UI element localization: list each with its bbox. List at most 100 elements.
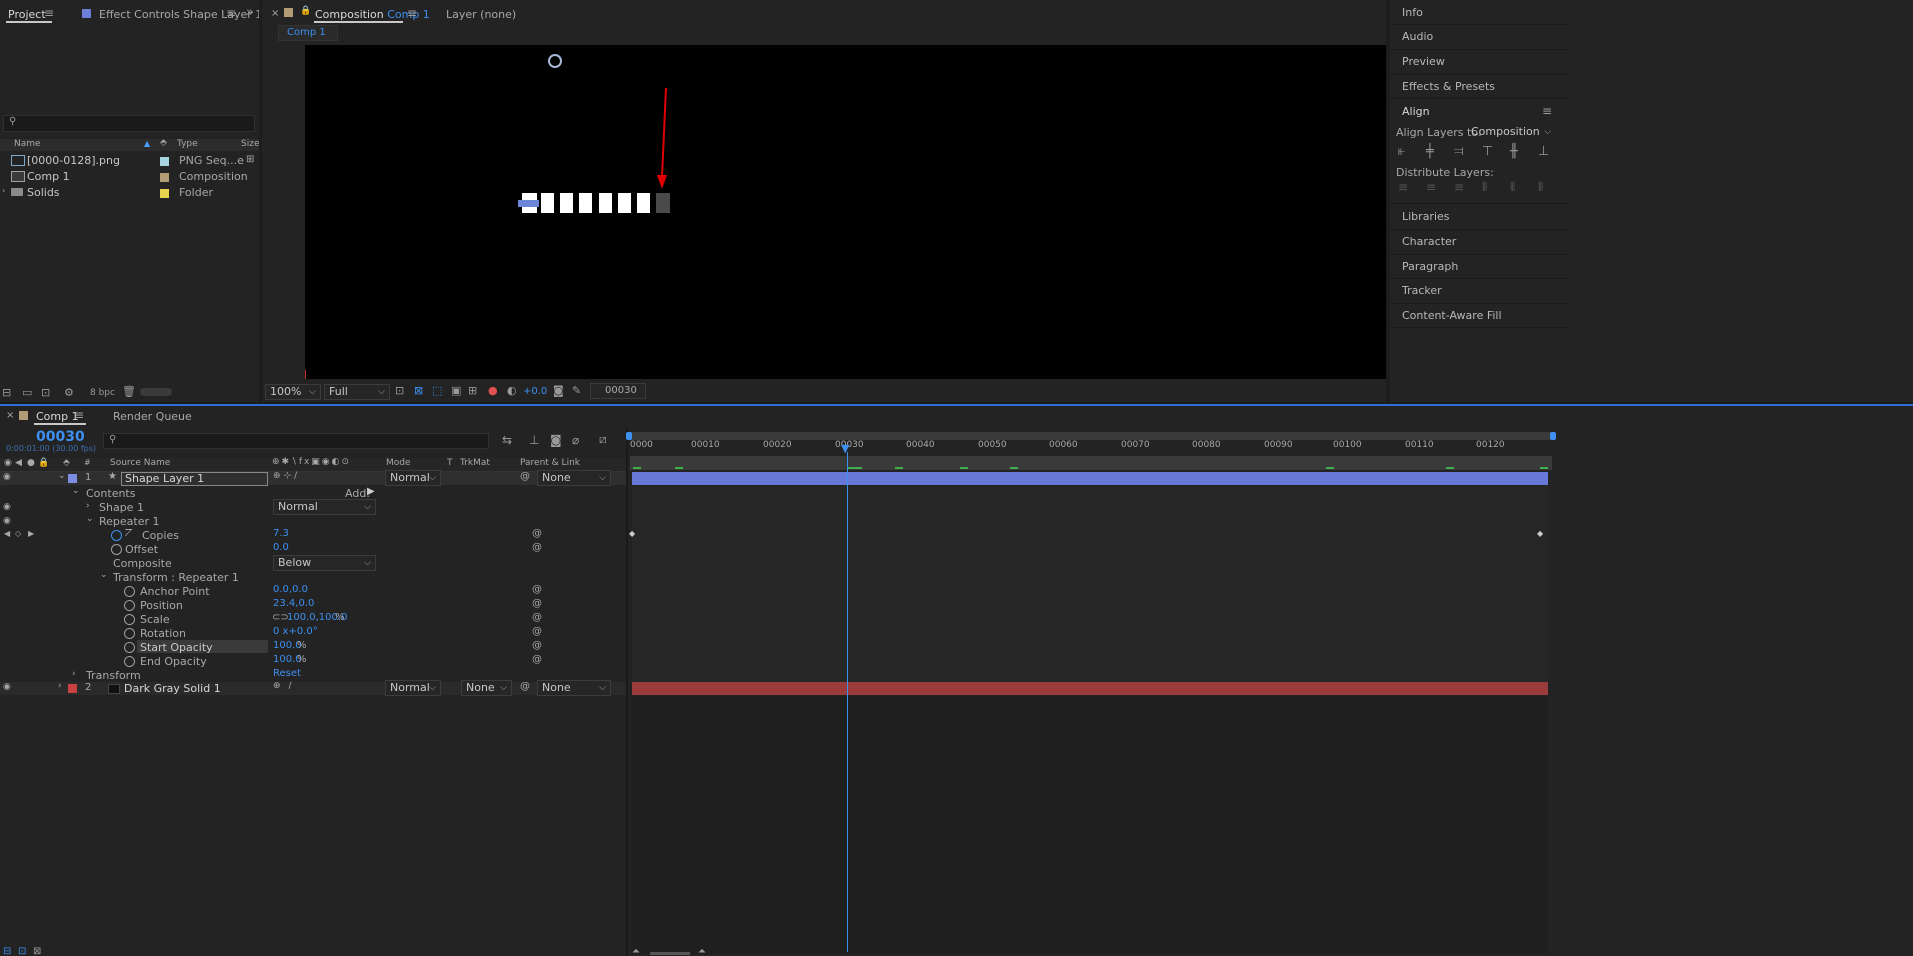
project-search-input[interactable]: ⚲ (3, 115, 255, 132)
tab-project[interactable]: Project (8, 8, 46, 21)
transform-repeater-label[interactable]: Transform : Repeater 1 (113, 571, 239, 584)
transform-label[interactable]: Transform (86, 669, 141, 682)
next-keyframe-icon[interactable]: ▶ (28, 529, 34, 538)
zoom-dropdown[interactable]: 100% ⌵ (265, 384, 321, 400)
panel-menu-icon[interactable]: ≡ (407, 6, 417, 20)
distribute-top-icon[interactable]: ≡ (1398, 180, 1408, 194)
column-name[interactable]: Name (14, 139, 41, 149)
column-t[interactable]: T (447, 458, 453, 468)
start-opacity-label-highlight[interactable]: Start Opacity (137, 640, 268, 654)
align-top-icon[interactable]: ⊤ (1482, 144, 1493, 159)
mask-visibility-icon[interactable]: ⬚ (432, 384, 442, 397)
timeline-zoom-slider[interactable] (650, 952, 690, 955)
stopwatch-icon[interactable] (111, 544, 122, 555)
composition-viewer[interactable] (305, 45, 1386, 379)
composition-mini-flowchart-icon[interactable]: ⇆ (502, 433, 512, 447)
label-color-swatch[interactable] (160, 173, 169, 182)
pickwhip-icon[interactable]: @ (532, 528, 542, 539)
time-navigator[interactable] (626, 432, 1556, 440)
panel-character[interactable]: Character (1402, 235, 1456, 248)
panel-preview[interactable]: Preview (1402, 55, 1445, 68)
exposure-value[interactable]: +0.0 (523, 386, 547, 397)
keyframe-icon[interactable]: ◆ (629, 529, 635, 538)
pickwhip-icon[interactable]: @ (532, 598, 542, 609)
offset-value[interactable]: 0.0 (273, 542, 289, 553)
in-out-toggle-icon[interactable]: ⊠ (33, 946, 41, 956)
time-ruler[interactable]: 0000 00010 00020 00030 00040 00050 00060… (630, 440, 1552, 456)
layer2-parent-dropdown[interactable]: None ⌵ (537, 680, 611, 696)
stopwatch-icon[interactable] (124, 614, 135, 625)
expand-arrow-icon[interactable]: ⌄ (100, 570, 108, 580)
label-color-swatch[interactable] (160, 157, 169, 166)
selection-handle[interactable] (518, 200, 539, 207)
work-area-bar[interactable] (630, 456, 1552, 470)
rotation-value[interactable]: 0 x+0.0° (273, 626, 318, 637)
repeater-label[interactable]: Repeater 1 (99, 515, 160, 528)
collapse-arrow-icon[interactable]: ⌄ (58, 471, 66, 481)
panel-info[interactable]: Info (1402, 6, 1423, 19)
label-color-swatch[interactable] (160, 189, 169, 198)
draft-3d-icon[interactable]: ⊥ (529, 433, 539, 447)
sort-icon[interactable]: ▲ (144, 139, 150, 148)
align-to-dropdown[interactable]: Composition ⌵ (1466, 124, 1556, 140)
grid-guides-icon[interactable]: ⊞ (468, 384, 477, 397)
trash-icon[interactable]: 🗑 (122, 385, 136, 398)
add-keyframe-icon[interactable]: ◇ (15, 529, 21, 538)
breadcrumb[interactable]: Comp 1 (278, 25, 338, 41)
eye-icon[interactable]: ◉ (3, 472, 11, 482)
fast-preview-icon[interactable]: ⊡ (395, 384, 404, 397)
column-type[interactable]: Type (177, 139, 198, 149)
bpc-label[interactable]: 8 bpc (90, 388, 115, 398)
layer2-trkmat-dropdown[interactable]: None ⌵ (461, 680, 512, 696)
layer1-parent-dropdown[interactable]: None ⌵ (537, 470, 611, 486)
layer1-mode-dropdown[interactable]: Normal ⌵ (385, 470, 441, 486)
zoom-out-icon[interactable]: ⏶ (632, 946, 640, 956)
pickwhip-icon[interactable]: @ (520, 471, 530, 482)
panel-paragraph[interactable]: Paragraph (1402, 260, 1458, 273)
close-icon[interactable]: × (6, 410, 14, 421)
tab-timeline-comp[interactable]: Comp 1 (36, 410, 79, 423)
lock-icon[interactable]: 🔒 (300, 6, 311, 16)
layer-row-1[interactable]: ◉ ⌄ 1 ★ Shape Layer 1 ⊕⊹∕ Normal ⌵ @ None… (0, 470, 626, 486)
panel-align-title[interactable]: Align (1402, 105, 1430, 118)
keyframe-icon[interactable]: ◆ (1537, 529, 1543, 538)
eye-icon[interactable]: ◉ (3, 516, 11, 526)
layer2-mode-dropdown[interactable]: Normal ⌵ (385, 680, 441, 696)
layer-switches[interactable]: ⊕⊹∕ (273, 471, 300, 481)
layer2-duration-bar[interactable] (632, 682, 1548, 695)
distribute-left-icon[interactable]: ⦀ (1482, 180, 1487, 195)
stopwatch-icon[interactable] (124, 642, 135, 653)
stopwatch-active-icon[interactable] (111, 530, 122, 541)
align-bottom-icon[interactable]: ⊥ (1538, 144, 1549, 159)
anchor-value[interactable]: 0.0,0.0 (273, 584, 308, 595)
composite-dropdown[interactable]: Below ⌵ (273, 555, 376, 571)
panel-menu-icon[interactable]: ≡ (1542, 104, 1552, 118)
chevron-right-icon[interactable]: » (246, 5, 254, 20)
eye-icon[interactable]: ◉ (3, 682, 11, 692)
column-parent[interactable]: Parent & Link (520, 458, 580, 468)
pickwhip-icon[interactable]: @ (532, 612, 542, 623)
tab-layer[interactable]: Layer (none) (446, 8, 516, 21)
playhead-icon[interactable]: ▼ (841, 442, 849, 455)
align-left-icon[interactable]: ⫦ (1398, 144, 1405, 159)
expand-arrow-icon[interactable]: ⌄ (72, 486, 80, 496)
exposure-reset-icon[interactable]: ◐ (507, 384, 517, 397)
column-size[interactable]: Size (241, 139, 259, 149)
column-mode[interactable]: Mode (386, 458, 411, 468)
panel-effects-presets[interactable]: Effects & Presets (1402, 80, 1495, 93)
shy-layers-icon[interactable]: ◙ (550, 433, 562, 447)
stopwatch-icon[interactable] (124, 628, 135, 639)
expand-arrow-icon[interactable]: › (86, 501, 90, 511)
eye-icon[interactable]: ◉ (3, 502, 11, 512)
panel-menu-icon[interactable]: ≡ (226, 6, 236, 20)
timecode-field[interactable]: 00030 (590, 383, 646, 399)
add-arrow-icon[interactable]: ▶ (367, 486, 375, 497)
pickwhip-icon[interactable]: @ (532, 626, 542, 637)
label-color-swatch[interactable] (68, 684, 77, 693)
new-folder-icon[interactable]: ▭ (22, 386, 32, 399)
prev-keyframe-icon[interactable]: ◀ (4, 529, 10, 538)
panel-tracker[interactable]: Tracker (1402, 284, 1442, 297)
panel-menu-icon[interactable]: ≡ (74, 408, 84, 422)
channel-icon[interactable]: ● (488, 384, 498, 397)
layer-name-field[interactable]: Shape Layer 1 (121, 472, 268, 486)
